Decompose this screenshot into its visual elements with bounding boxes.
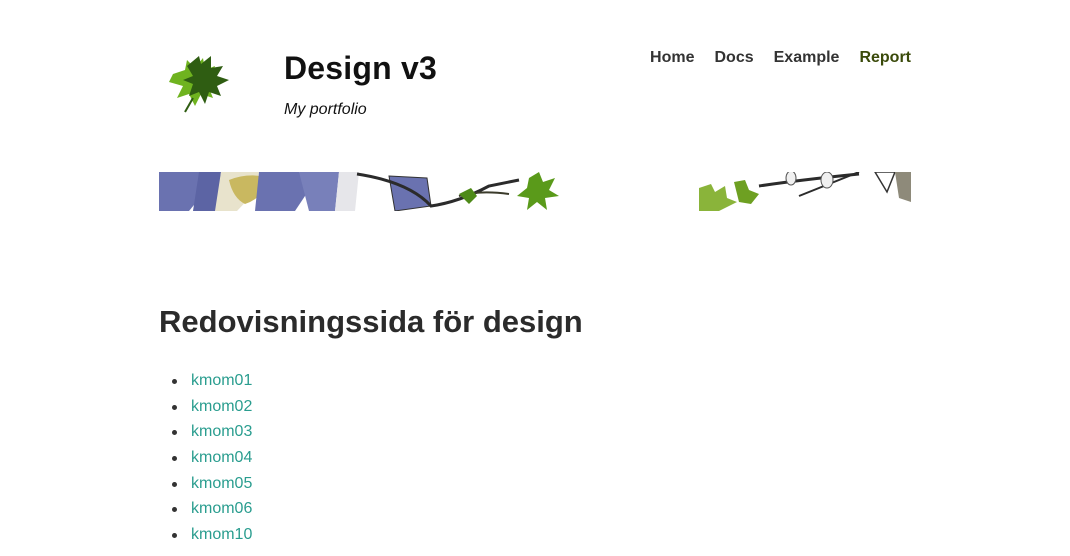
site-slogan: My portfolio xyxy=(284,101,367,118)
page-container: Design v3 My portfolio Home Docs Example… xyxy=(159,0,911,556)
kmom03-link[interactable]: kmom03 xyxy=(191,423,252,440)
list-item: kmom06 xyxy=(171,498,252,524)
list-item: kmom05 xyxy=(171,473,252,499)
kmom02-link[interactable]: kmom02 xyxy=(191,398,252,415)
header-banner-image xyxy=(159,172,911,211)
kmom10-link[interactable]: kmom10 xyxy=(191,526,252,543)
report-link-list: kmom01 kmom02 kmom03 kmom04 kmom05 kmom0… xyxy=(159,370,252,550)
nav-report-link[interactable]: Report xyxy=(859,49,911,67)
page-heading: Redovisningssida för design xyxy=(159,304,583,339)
nav-example-link[interactable]: Example xyxy=(774,49,840,67)
list-item: kmom04 xyxy=(171,447,252,473)
list-item: kmom01 xyxy=(171,370,252,396)
site-title: Design v3 xyxy=(284,50,437,86)
nav-home-link[interactable]: Home xyxy=(650,49,694,67)
main-navbar: Home Docs Example Report xyxy=(650,49,911,67)
list-item: kmom03 xyxy=(171,421,252,447)
list-item: kmom10 xyxy=(171,524,252,550)
kmom04-link[interactable]: kmom04 xyxy=(191,449,252,466)
list-item: kmom02 xyxy=(171,396,252,422)
kmom05-link[interactable]: kmom05 xyxy=(191,475,252,492)
kmom06-link[interactable]: kmom06 xyxy=(191,500,252,517)
nav-docs-link[interactable]: Docs xyxy=(715,49,754,67)
kmom01-link[interactable]: kmom01 xyxy=(191,372,252,389)
maple-leaf-icon[interactable] xyxy=(163,52,235,120)
